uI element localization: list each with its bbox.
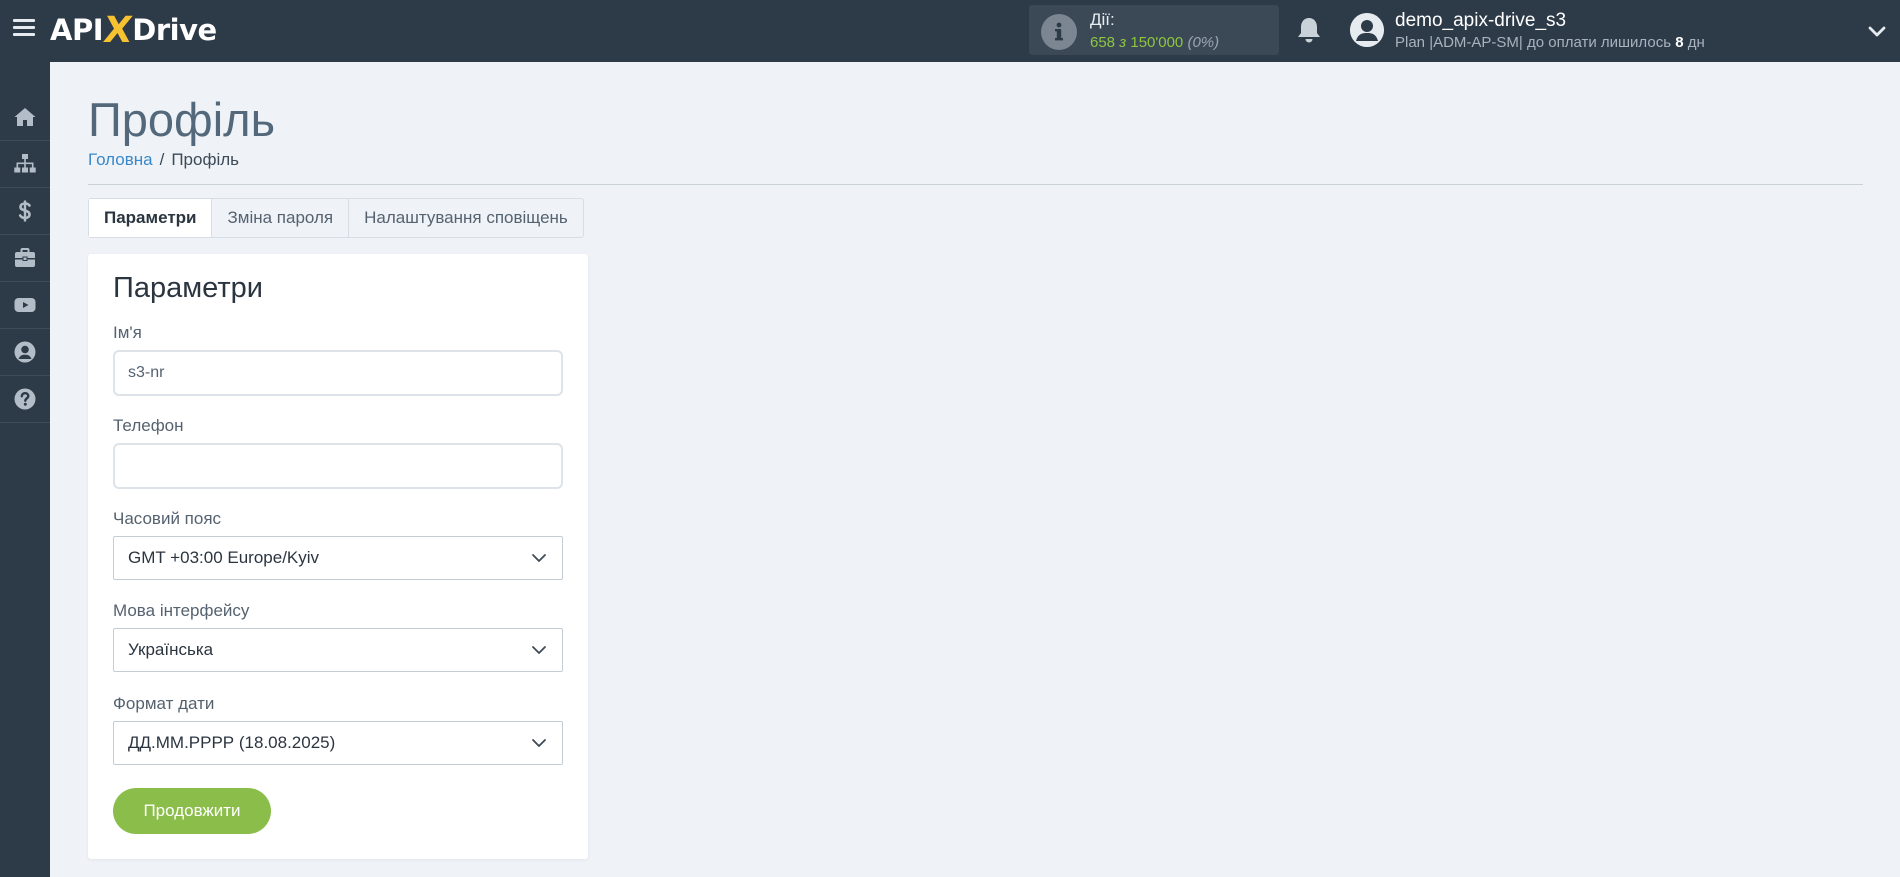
sidebar-item-help[interactable]	[0, 376, 50, 423]
sidebar	[0, 62, 50, 877]
language-select[interactable]: Українська	[113, 628, 563, 672]
date-format-select[interactable]: ДД.ММ.РРРР (18.08.2025)	[113, 721, 563, 765]
youtube-icon	[14, 298, 36, 312]
actions-sep: з	[1119, 34, 1127, 51]
home-icon	[14, 108, 36, 126]
sidebar-item-connections[interactable]	[0, 141, 50, 188]
tab-notification-settings[interactable]: Налаштування сповіщень	[349, 199, 583, 237]
divider	[88, 184, 1863, 185]
language-label: Мова інтерфейсу	[113, 601, 250, 620]
phone-input[interactable]	[113, 443, 563, 489]
date-format-value: ДД.ММ.РРРР (18.08.2025)	[128, 733, 336, 752]
chevron-down-icon[interactable]	[1866, 20, 1888, 42]
actions-percent: (0%)	[1187, 34, 1220, 51]
breadcrumb-home-link[interactable]: Головна	[88, 150, 153, 169]
date-format-label: Формат дати	[113, 694, 215, 713]
question-circle-icon	[14, 388, 36, 410]
timezone-label: Часовий пояс	[113, 509, 222, 528]
timezone-value: GMT +03:00 Europe/Kyiv	[128, 548, 320, 567]
actions-counter[interactable]: Дії: 658 з 150'000 (0%)	[1029, 5, 1279, 55]
bell-icon[interactable]	[1296, 16, 1322, 44]
user-circle-icon	[14, 341, 36, 363]
sidebar-item-home[interactable]	[0, 94, 50, 141]
tab-parameters[interactable]: Параметри	[89, 199, 213, 237]
language-value: Українська	[128, 640, 214, 659]
plan-prefix: Plan |ADM-AP-SM| до оплати лишилось	[1395, 34, 1672, 51]
phone-label: Телефон	[113, 416, 184, 435]
actions-total: 150'000	[1130, 34, 1184, 51]
logo-api: API	[50, 13, 104, 47]
plan-days: 8	[1675, 34, 1684, 51]
plan-info: Plan |ADM-AP-SM| до оплати лишилось 8 дн	[1395, 34, 1705, 51]
dollar-icon	[18, 200, 31, 222]
logo[interactable]: API X Drive	[50, 9, 217, 51]
tab-change-password[interactable]: Зміна пароля	[212, 199, 350, 237]
continue-button[interactable]: Продовжити	[113, 788, 271, 834]
sidebar-item-profile[interactable]	[0, 329, 50, 376]
sitemap-icon	[14, 154, 36, 173]
timezone-select[interactable]: GMT +03:00 Europe/Kyiv	[113, 536, 563, 580]
top-bar: API X Drive Дії: 658 з 150'000 (0%) demo…	[0, 0, 1900, 62]
breadcrumb-separator: /	[159, 150, 165, 169]
profile-tabs: Параметри Зміна пароля Налаштування спов…	[88, 198, 584, 238]
menu-icon[interactable]	[13, 19, 35, 37]
info-icon	[1041, 14, 1077, 50]
actions-label: Дії:	[1090, 10, 1115, 29]
sidebar-item-video[interactable]	[0, 282, 50, 329]
name-label: Ім'я	[113, 323, 142, 342]
avatar-icon[interactable]	[1350, 13, 1384, 47]
username[interactable]: demo_apix-drive_s3	[1395, 10, 1566, 32]
chevron-down-icon	[532, 554, 546, 562]
logo-x: X	[101, 9, 135, 51]
page-title: Профіль	[88, 93, 276, 146]
actions-used: 658	[1090, 34, 1116, 51]
sidebar-item-services[interactable]	[0, 235, 50, 282]
card-title: Параметри	[113, 272, 263, 304]
actions-value: 658 з 150'000 (0%)	[1090, 34, 1219, 51]
sidebar-item-billing[interactable]	[0, 188, 50, 235]
logo-drive: Drive	[132, 13, 217, 47]
plan-days-unit: дн	[1687, 34, 1705, 51]
breadcrumb: Головна / Профіль	[88, 150, 239, 170]
name-input[interactable]	[113, 350, 563, 396]
briefcase-icon	[15, 248, 35, 267]
parameters-card: Параметри Ім'я Телефон Часовий пояс GMT …	[88, 254, 588, 859]
chevron-down-icon	[532, 646, 546, 654]
chevron-down-icon	[532, 739, 546, 747]
breadcrumb-current: Профіль	[171, 150, 239, 169]
